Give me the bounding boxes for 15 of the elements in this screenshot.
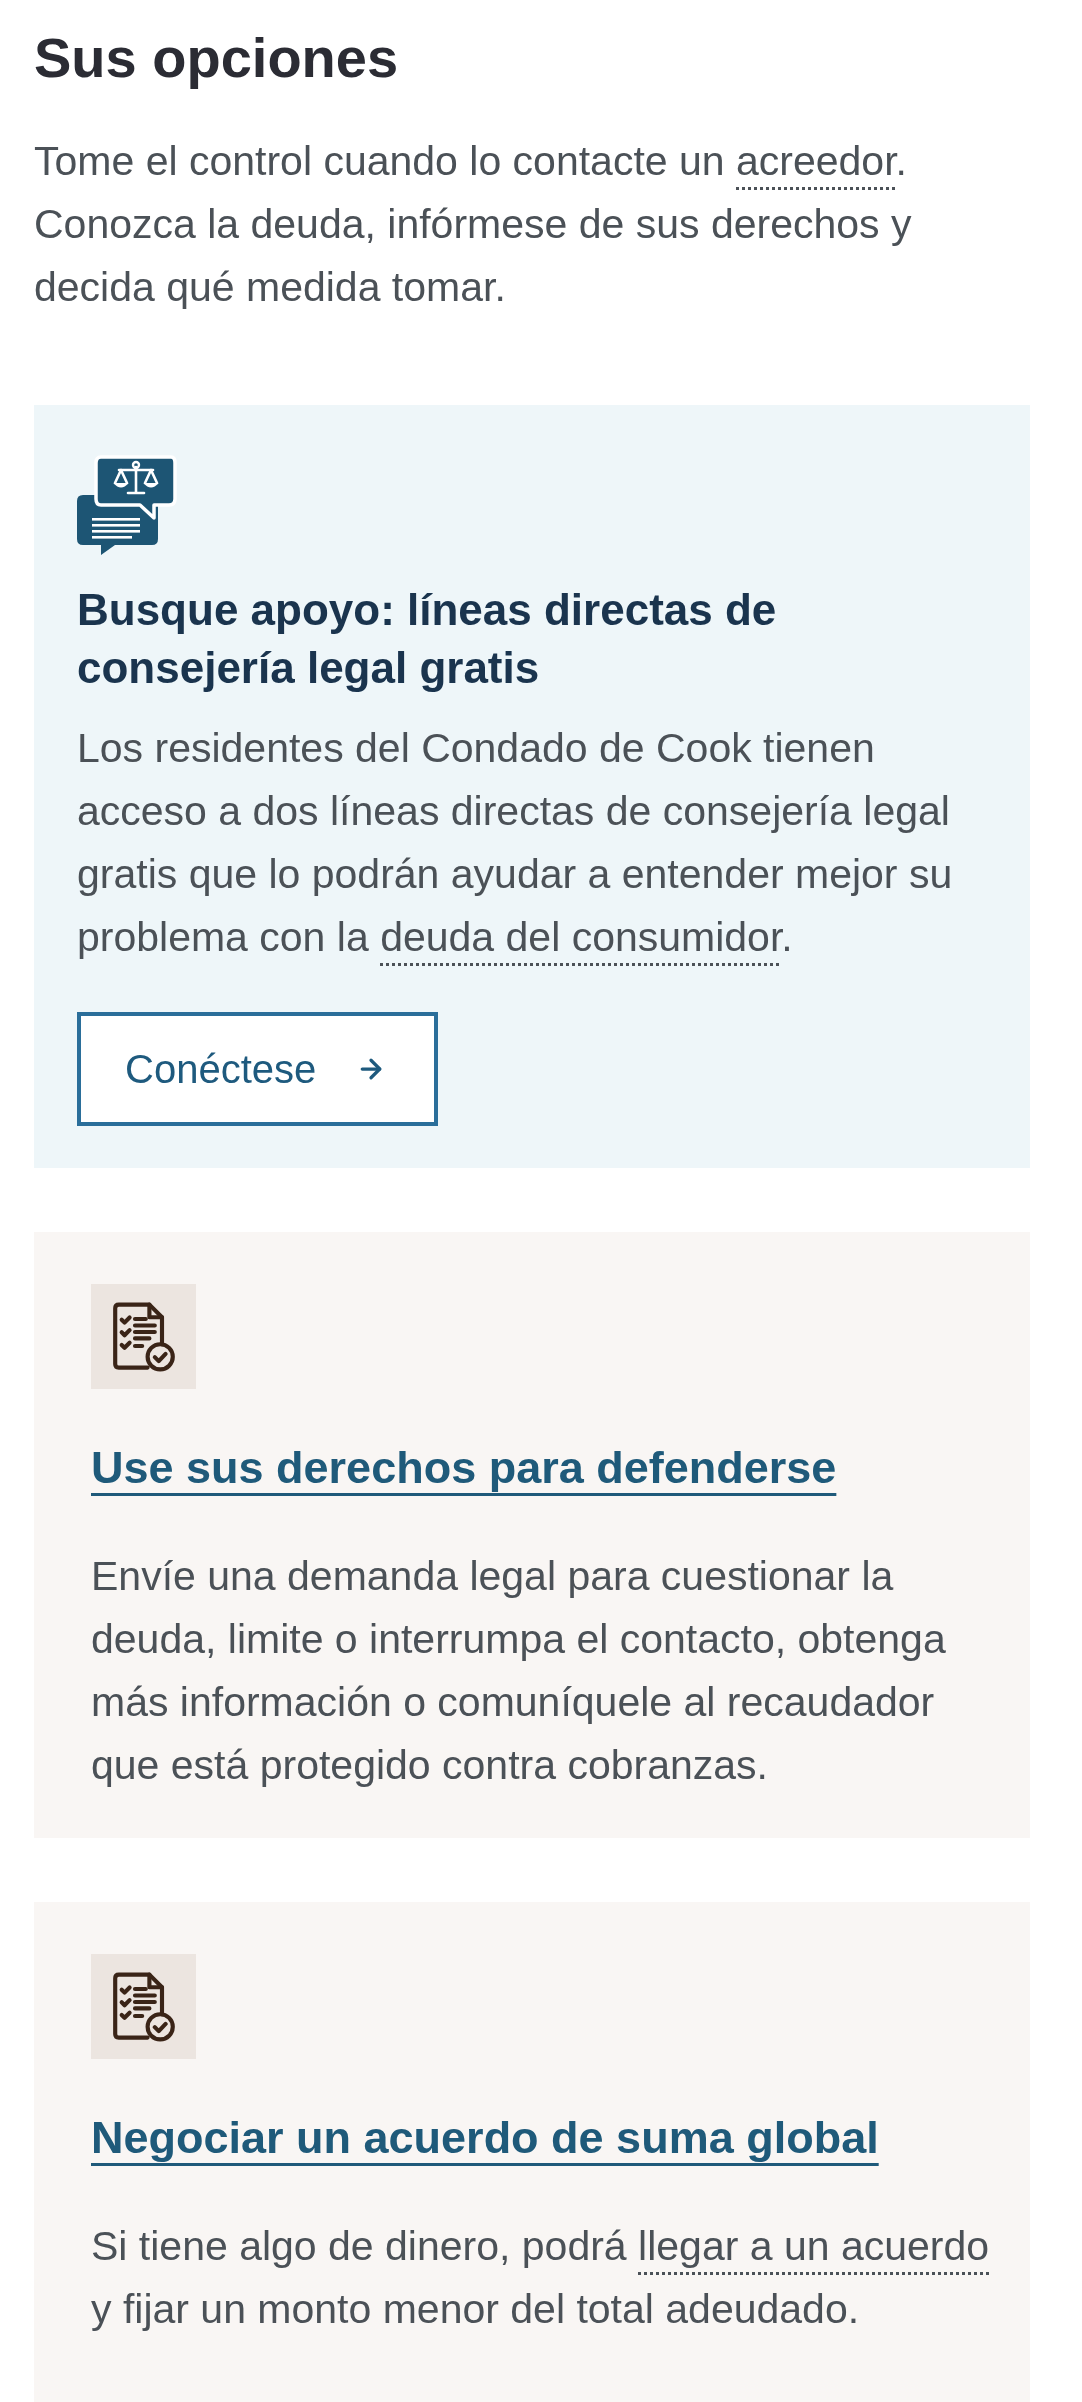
card-description: Los residentes del Condado de Cook tienen acceso a dos líneas directas de consejería legal gratis que lo podrán ayudar a entender mejor su problema con la deuda del consumidor. (77, 724, 954, 962)
page-heading: Sus opciones (34, 25, 400, 91)
intro-text: Tome el control cuando lo contacte un acreedor. Conozca la deuda, infórmese de sus derechos y decida qué medida tomar. (34, 137, 913, 312)
option-title-link[interactable]: Negociar un acuerdo de suma global (91, 2109, 879, 2167)
card-title: Busque apoyo: líneas directas de consejería legal gratis (77, 584, 778, 694)
card-description: Envíe una demanda legal para cuestionar la deuda, limite o interrumpa el contacto, obtenga más información o comuníquele al recaudador que está protegido contra cobranzas. (91, 1552, 947, 1790)
glossary-term[interactable]: deuda del consumidor (380, 914, 782, 960)
connect-button[interactable]: Conéctese (77, 1012, 439, 1126)
checklist-document-icon (91, 1954, 196, 2059)
checklist-document-icon (91, 1284, 196, 1389)
glossary-term[interactable]: acreedor (736, 138, 896, 184)
glossary-term[interactable]: llegar a un acuerdo (638, 2223, 990, 2269)
card-description: Si tiene algo de dinero, podrá llegar a un acuerdo y fijar un monto menor del total adeudado. (91, 2222, 991, 2334)
option-title-link[interactable]: Use sus derechos para defenderse (91, 1439, 837, 1497)
legal-chat-icon (77, 455, 177, 555)
